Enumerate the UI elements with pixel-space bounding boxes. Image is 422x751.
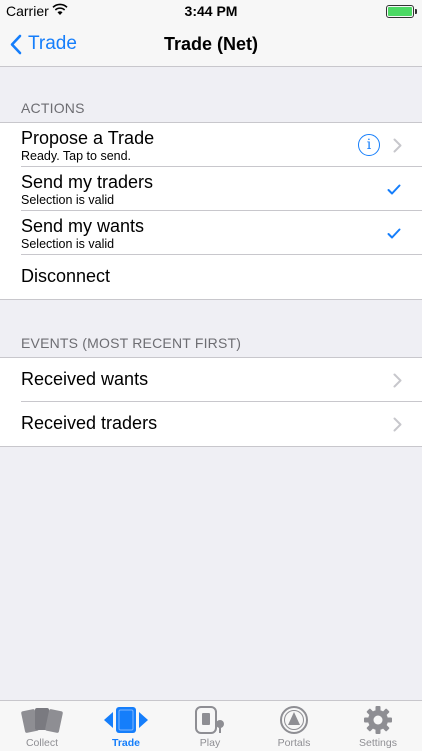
- events-section-header: EVENTS (MOST RECENT FIRST): [21, 335, 242, 351]
- send-wants-status: Selection is valid: [21, 237, 115, 251]
- send-traders-status: Selection is valid: [21, 193, 115, 207]
- tab-settings[interactable]: Settings: [336, 701, 420, 751]
- tab-bar: Collect Trade Play Portals Settings: [0, 700, 422, 751]
- propose-trade-row[interactable]: Propose a Trade Ready. Tap to send. i: [0, 123, 422, 167]
- tab-label: Play: [199, 737, 221, 749]
- events-group: Received wants Received traders: [0, 357, 422, 447]
- tab-portals[interactable]: Portals: [252, 701, 336, 751]
- received-traders-title: Received traders: [21, 413, 158, 433]
- cards-icon: [0, 704, 84, 736]
- tab-collect[interactable]: Collect: [0, 701, 84, 751]
- tab-label: Portals: [277, 737, 311, 749]
- actions-section-header: ACTIONS: [21, 100, 85, 116]
- propose-trade-status: Ready. Tap to send.: [21, 149, 132, 163]
- tab-label: Settings: [359, 737, 397, 749]
- chevron-right-icon: [393, 373, 402, 388]
- chevron-left-icon: [10, 34, 22, 54]
- send-wants-title: Send my wants: [21, 216, 145, 236]
- battery-icon: [386, 5, 417, 18]
- chevron-right-icon: [393, 138, 402, 153]
- received-traders-row[interactable]: Received traders: [0, 402, 422, 446]
- status-time: 3:44 PM: [184, 3, 238, 19]
- tab-label: Trade: [111, 737, 140, 749]
- play-icon: [168, 704, 252, 736]
- send-wants-row[interactable]: Send my wants Selection is valid: [0, 211, 422, 255]
- navigation-bar: Trade Trade (Net): [0, 22, 422, 67]
- trade-icon: [84, 704, 168, 736]
- checkmark-icon: [387, 184, 401, 195]
- portal-icon: [252, 704, 336, 736]
- back-button-label: Trade: [28, 33, 77, 54]
- back-button[interactable]: Trade: [10, 22, 77, 66]
- gear-icon: [336, 704, 420, 736]
- tab-trade[interactable]: Trade: [84, 701, 168, 751]
- send-traders-title: Send my traders: [21, 172, 154, 192]
- status-bar: Carrier 3:44 PM: [0, 0, 422, 22]
- tab-play[interactable]: Play: [168, 701, 252, 751]
- received-wants-row[interactable]: Received wants: [0, 358, 422, 402]
- received-wants-title: Received wants: [21, 369, 149, 389]
- disconnect-row[interactable]: Disconnect: [0, 255, 422, 299]
- propose-trade-title: Propose a Trade: [21, 128, 155, 148]
- tab-label: Collect: [25, 737, 59, 749]
- checkmark-icon: [387, 228, 401, 239]
- send-traders-row[interactable]: Send my traders Selection is valid: [0, 167, 422, 211]
- info-icon[interactable]: i: [358, 134, 380, 156]
- chevron-right-icon: [393, 417, 402, 432]
- actions-group: Propose a Trade Ready. Tap to send. i Se…: [0, 122, 422, 300]
- disconnect-title: Disconnect: [21, 266, 111, 286]
